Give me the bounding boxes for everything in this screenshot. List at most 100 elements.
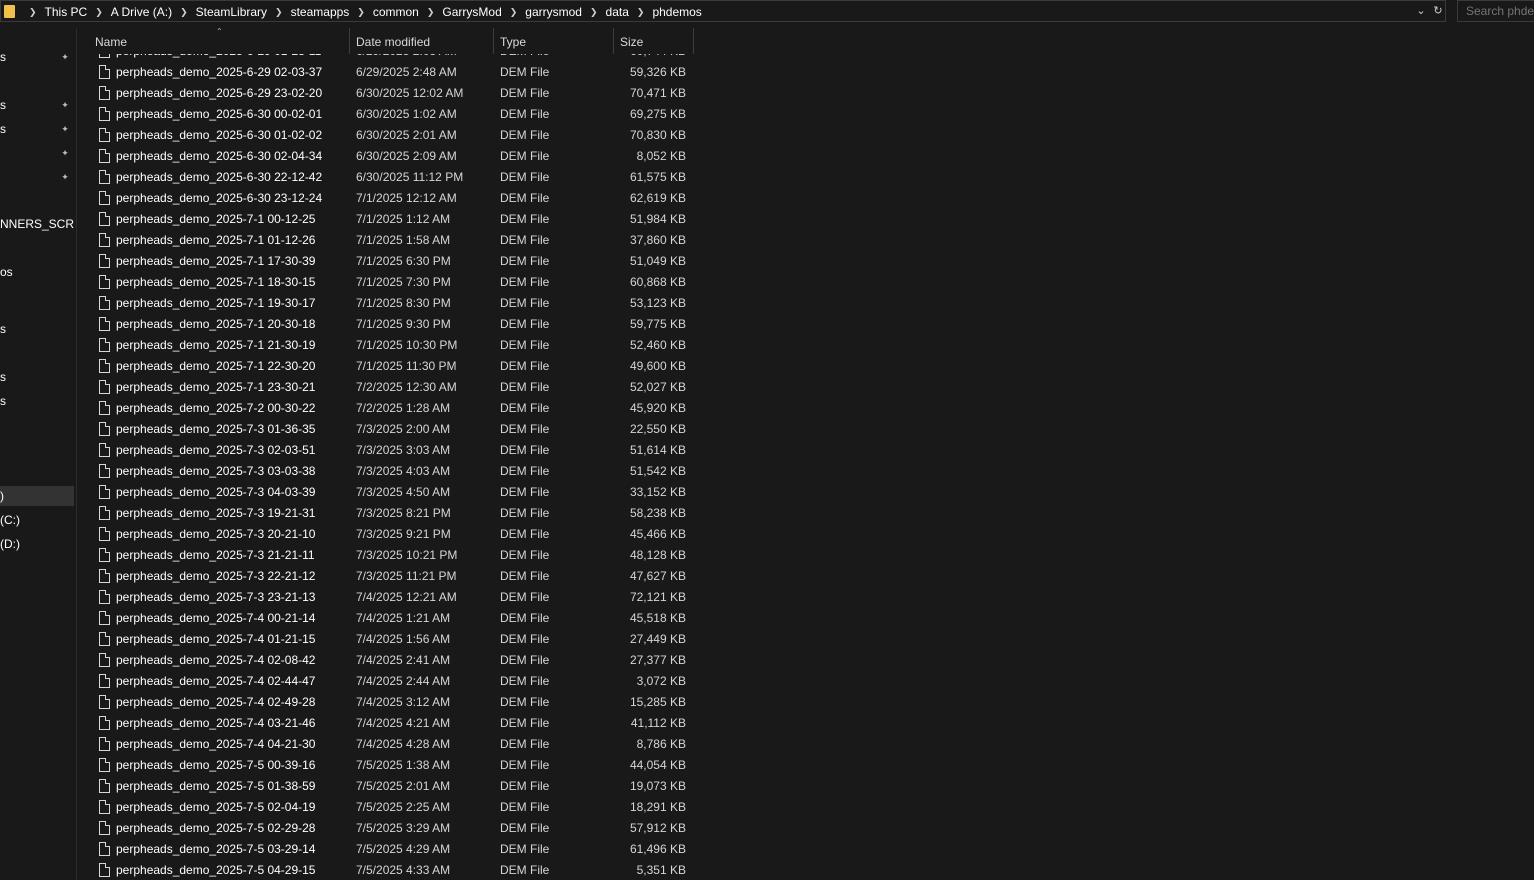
breadcrumb-item[interactable]: phdemos — [652, 5, 701, 19]
file-row[interactable]: perpheads_demo_2025-7-4 03-21-46 7/4/2025… — [77, 713, 695, 734]
file-row[interactable]: perpheads_demo_2025-7-5 00-39-16 7/5/2025… — [77, 755, 695, 776]
breadcrumb-item[interactable]: SteamLibrary — [196, 5, 267, 19]
file-row[interactable]: perpheads_demo_2025-7-4 02-08-42 7/4/2025… — [77, 650, 695, 671]
file-size: 33,152 KB — [629, 485, 686, 499]
file-row[interactable]: perpheads_demo_2025-7-1 00-12-25 7/1/2025… — [77, 209, 695, 230]
chevron-down-icon[interactable]: ⌄ — [1414, 4, 1428, 18]
file-row[interactable]: perpheads_demo_2025-7-5 03-29-14 7/5/2025… — [77, 839, 695, 860]
file-row[interactable]: perpheads_demo_2025-7-3 23-21-13 7/4/2025… — [77, 587, 695, 608]
file-size: 59,775 KB — [629, 317, 686, 331]
file-name: perpheads_demo_2025-7-3 04-03-39 — [116, 485, 316, 499]
breadcrumb-item[interactable]: GarrysMod — [442, 5, 501, 19]
file-row[interactable]: perpheads_demo_2025-7-1 23-30-21 7/2/2025… — [77, 377, 695, 398]
file-name: perpheads_demo_2025-7-2 00-30-22 — [116, 401, 316, 415]
file-row[interactable]: perpheads_demo_2025-7-3 19-21-31 7/3/2025… — [77, 503, 695, 524]
nav-item[interactable]: s — [0, 319, 74, 339]
file-row[interactable]: perpheads_demo_2025-7-3 02-03-51 7/3/2025… — [77, 440, 695, 461]
file-row[interactable]: perpheads_demo_2025-7-3 21-21-11 7/3/2025… — [77, 545, 695, 566]
nav-item[interactable]: (C:) — [0, 510, 74, 530]
file-date-modified: 7/1/2025 11:30 PM — [356, 359, 457, 373]
column-header-size[interactable]: Size — [614, 28, 694, 54]
file-row[interactable]: perpheads_demo_2025-6-30 02-04-34 6/30/20… — [77, 146, 695, 167]
file-row[interactable]: perpheads_demo_2025-7-3 20-21-10 7/3/2025… — [77, 524, 695, 545]
file-row[interactable]: perpheads_demo_2025-7-5 02-29-28 7/5/2025… — [77, 818, 695, 839]
nav-item[interactable]: s — [0, 367, 74, 387]
file-row[interactable]: perpheads_demo_2025-6-29 02-03-37 6/29/20… — [77, 62, 695, 83]
file-icon — [99, 149, 110, 163]
file-row[interactable]: perpheads_demo_2025-7-2 00-30-22 7/2/2025… — [77, 398, 695, 419]
file-name: perpheads_demo_2025-7-3 02-03-51 — [116, 443, 316, 457]
breadcrumb-item[interactable]: garrysmod — [525, 5, 582, 19]
file-size: 47,627 KB — [629, 569, 686, 583]
chevron-right-icon[interactable]: ❯ — [357, 7, 365, 18]
file-row[interactable]: perpheads_demo_2025-7-5 04-29-15 7/5/2025… — [77, 860, 695, 880]
file-row[interactable]: perpheads_demo_2025-6-30 22-12-42 6/30/20… — [77, 167, 695, 188]
chevron-right-icon[interactable]: ❯ — [95, 7, 103, 18]
file-row[interactable]: perpheads_demo_2025-7-4 00-21-14 7/4/2025… — [77, 608, 695, 629]
breadcrumb-item[interactable]: A Drive (A:) — [111, 5, 172, 19]
file-row[interactable]: perpheads_demo_2025-6-30 23-12-24 7/1/202… — [77, 188, 695, 209]
file-name: perpheads_demo_2025-7-4 02-08-42 — [116, 653, 316, 667]
file-row[interactable]: perpheads_demo_2025-7-1 01-12-26 7/1/2025… — [77, 230, 695, 251]
file-size: 37,860 KB — [629, 233, 686, 247]
file-row[interactable]: perpheads_demo_2025-7-4 02-49-28 7/4/2025… — [77, 692, 695, 713]
file-row[interactable]: perpheads_demo_2025-7-3 01-36-35 7/3/2025… — [77, 419, 695, 440]
file-row[interactable]: perpheads_demo_2025-7-1 21-30-19 7/1/2025… — [77, 335, 695, 356]
file-date-modified: 7/1/2025 7:30 PM — [356, 275, 451, 289]
file-row[interactable]: perpheads_demo_2025-7-1 22-30-20 7/1/2025… — [77, 356, 695, 377]
column-header-type[interactable]: Type — [494, 28, 614, 54]
chevron-right-icon[interactable]: ❯ — [275, 7, 283, 18]
breadcrumb-item[interactable]: steamapps — [291, 5, 350, 19]
nav-item-label: s — [0, 370, 6, 384]
file-row[interactable]: perpheads_demo_2025-7-5 01-38-59 7/5/2025… — [77, 776, 695, 797]
file-row[interactable]: perpheads_demo_2025-7-4 02-44-47 7/4/2025… — [77, 671, 695, 692]
file-icon — [99, 317, 110, 331]
file-icon — [99, 716, 110, 730]
file-row[interactable]: perpheads_demo_2025-7-3 04-03-39 7/3/2025… — [77, 482, 695, 503]
chevron-right-icon[interactable]: ❯ — [637, 7, 645, 18]
file-size: 49,600 KB — [629, 359, 686, 373]
file-size: 70,471 KB — [629, 86, 686, 100]
file-date-modified: 7/4/2025 12:21 AM — [356, 590, 457, 604]
file-row[interactable]: perpheads_demo_2025-6-30 01-02-02 6/30/20… — [77, 125, 695, 146]
file-row[interactable]: perpheads_demo_2025-7-1 18-30-15 7/1/2025… — [77, 272, 695, 293]
breadcrumb-item[interactable]: This PC — [45, 5, 88, 19]
breadcrumb-item[interactable]: common — [373, 5, 419, 19]
search-input[interactable] — [1457, 0, 1534, 22]
chevron-right-icon[interactable]: ❯ — [180, 7, 188, 18]
chevron-right-icon[interactable]: ❯ — [427, 7, 435, 18]
file-type: DEM File — [500, 485, 550, 499]
file-row[interactable]: perpheads_demo_2025-7-5 02-04-19 7/5/2025… — [77, 797, 695, 818]
pin-icon: ✦ — [61, 148, 69, 158]
file-row[interactable]: perpheads_demo_2025-7-1 19-30-17 7/1/2025… — [77, 293, 695, 314]
file-row[interactable]: perpheads_demo_2025-7-4 01-21-15 7/4/2025… — [77, 629, 695, 650]
file-row[interactable]: perpheads_demo_2025-7-4 04-21-30 7/4/2025… — [77, 734, 695, 755]
file-date-modified: 7/5/2025 3:29 AM — [356, 821, 451, 835]
file-row[interactable]: perpheads_demo_2025-6-29 23-02-20 6/30/20… — [77, 83, 695, 104]
file-row[interactable]: perpheads_demo_2025-6-30 00-02-01 6/30/20… — [77, 104, 695, 125]
chevron-right-icon[interactable]: ❯ — [29, 7, 37, 18]
chevron-right-icon[interactable]: ❯ — [590, 7, 598, 18]
file-type: DEM File — [500, 464, 550, 478]
nav-item[interactable]: os — [0, 262, 74, 282]
file-icon — [99, 275, 110, 289]
file-size: 27,377 KB — [629, 653, 686, 667]
nav-item[interactable]: NNERS_SCREE — [0, 214, 74, 234]
column-header-date[interactable]: Date modified — [350, 28, 494, 54]
column-header-name[interactable]: Name — [89, 28, 350, 54]
file-icon — [99, 485, 110, 499]
nav-item[interactable]: ) — [0, 486, 74, 506]
breadcrumb-item[interactable]: data — [606, 5, 629, 19]
file-type: DEM File — [500, 548, 550, 562]
nav-item[interactable]: s — [0, 391, 74, 411]
refresh-icon[interactable]: ↻ — [1431, 4, 1445, 18]
nav-item[interactable]: (D:) — [0, 534, 74, 554]
file-row[interactable]: perpheads_demo_2025-7-1 17-30-39 7/1/2025… — [77, 251, 695, 272]
file-row[interactable]: perpheads_demo_2025-7-1 20-30-18 7/1/2025… — [77, 314, 695, 335]
file-name: perpheads_demo_2025-7-4 01-21-15 — [116, 632, 316, 646]
file-row[interactable]: perpheads_demo_2025-7-3 03-03-38 7/3/2025… — [77, 461, 695, 482]
chevron-right-icon[interactable]: ❯ — [510, 7, 518, 18]
address-bar[interactable]: ❯ This PC ❯ A Drive (A:) ❯ SteamLibrary ❯ steam… — [0, 0, 1446, 22]
file-row[interactable]: perpheads_demo_2025-7-3 22-21-12 7/3/2025… — [77, 566, 695, 587]
file-type: DEM File — [500, 422, 550, 436]
